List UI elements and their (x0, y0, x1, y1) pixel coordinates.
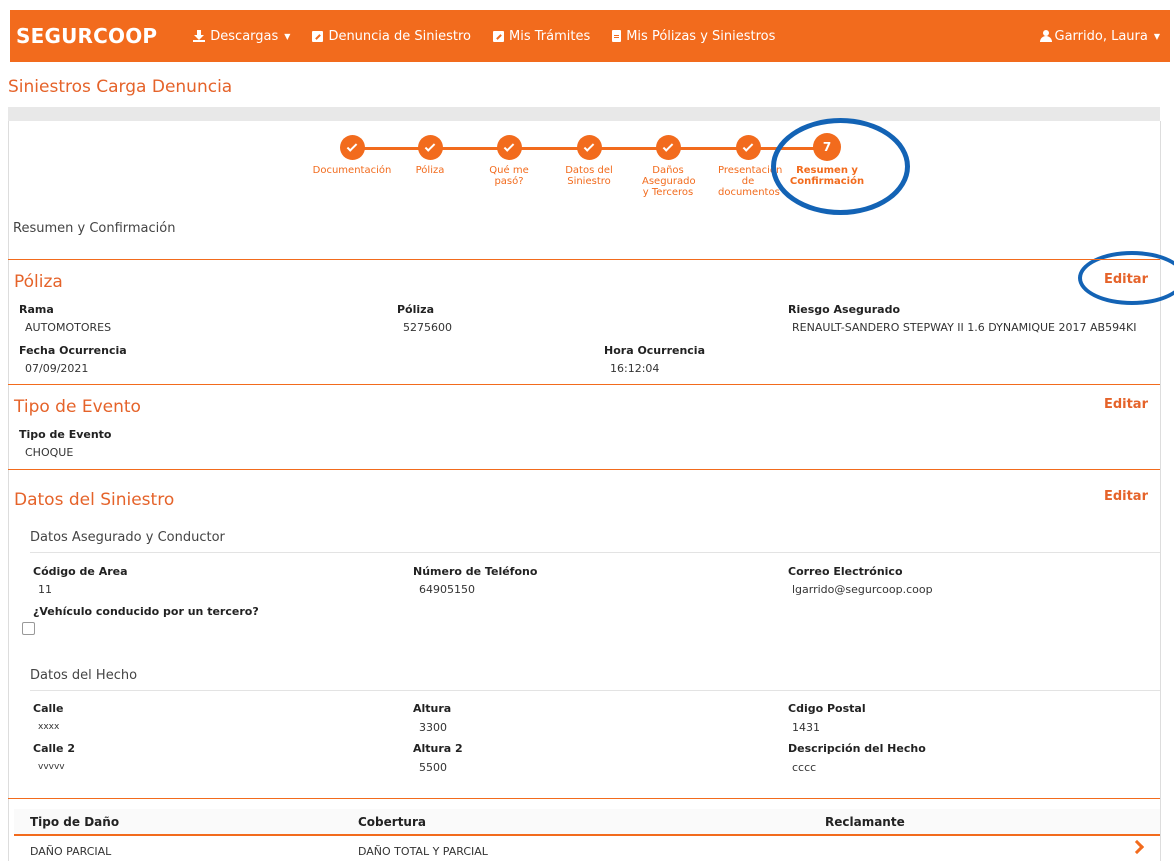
field-label: Descripción del Hecho (788, 742, 926, 755)
field-label: Código de Area (33, 565, 128, 578)
field-value: vvvvv (38, 762, 65, 772)
brand-logo[interactable]: SEGURCOOP (16, 24, 157, 48)
field-label: Rama (19, 303, 54, 316)
field-label: Cdigo Postal (788, 702, 866, 715)
nav-mis-polizas[interactable]: Mis Pólizas y Siniestros (612, 29, 775, 44)
field-label: Correo Electrónico (788, 565, 903, 578)
edit-evento-link[interactable]: Editar (1104, 397, 1148, 412)
edit-poliza-link[interactable]: Editar (1104, 272, 1148, 287)
check-icon (735, 135, 761, 160)
field-value: cccc (792, 761, 817, 774)
chevron-right-icon[interactable] (1131, 839, 1143, 853)
field-value: AUTOMOTORES (25, 321, 112, 334)
table-header-cell: Tipo de Daño (30, 815, 120, 829)
section-divider (8, 469, 1160, 470)
user-icon (1039, 30, 1052, 42)
field-label: Altura 2 (413, 742, 463, 755)
caret-down-icon: ▼ (1153, 31, 1160, 41)
field-value: 5275600 (403, 321, 452, 334)
subsection-divider (30, 552, 1160, 553)
field-label: Tipo de Evento (19, 428, 112, 441)
field-value: 5500 (419, 761, 447, 774)
danos-table-header (14, 809, 1160, 836)
table-header-cell: Reclamante (825, 815, 905, 829)
field-value: RENAULT-SANDERO STEPWAY II 1.6 DYNAMIQUE… (792, 321, 1137, 334)
field-label: Altura (413, 702, 452, 715)
step-datos-siniestro[interactable]: Datos del Siniestro (559, 133, 619, 187)
check-icon (417, 135, 443, 160)
step-danos[interactable]: Daños Asegurado y Terceros (638, 133, 698, 198)
field-label: Hora Ocurrencia (604, 344, 705, 357)
section-divider (8, 259, 1160, 260)
field-value: 07/09/2021 (25, 362, 89, 375)
download-icon (193, 30, 206, 42)
step-poliza[interactable]: Póliza (400, 133, 460, 176)
panel-border-left (8, 121, 9, 861)
field-value: lgarrido@segurcoop.coop (792, 583, 933, 596)
section-title-poliza: Póliza (14, 272, 63, 292)
field-label: Póliza (397, 303, 434, 316)
nav-descargas-label: Descargas (210, 28, 279, 44)
field-value: CHOQUE (25, 446, 74, 459)
section-divider (8, 384, 1160, 385)
field-value: 1431 (792, 721, 820, 734)
nav-denuncia-siniestro[interactable]: Denuncia de Siniestro (312, 29, 471, 44)
step-label: Qué me pasó? (489, 165, 529, 187)
step-label: Documentación (312, 165, 392, 176)
check-icon (576, 135, 602, 160)
field-label: Calle 2 (33, 742, 75, 755)
step-que-me-paso[interactable]: Qué me pasó? (479, 133, 539, 187)
table-cell: DAÑO TOTAL Y PARCIAL (358, 845, 488, 858)
section-title-evento: Tipo de Evento (14, 397, 141, 417)
step-presentacion[interactable]: Presentación de documentos (718, 133, 783, 198)
subsection-title: Datos del Hecho (30, 668, 138, 683)
step-label: Datos del Siniestro (565, 165, 613, 187)
field-label: Calle (33, 702, 64, 715)
nav-polizas-label: Mis Pólizas y Siniestros (626, 28, 776, 44)
section-title-siniestro: Datos del Siniestro (14, 490, 175, 510)
edit-icon (493, 30, 504, 42)
field-value: xxxx (38, 722, 60, 732)
field-label: ¿Vehículo conducido por un tercero? (33, 605, 259, 618)
header-divider (8, 107, 1160, 121)
field-value: 64905150 (419, 583, 475, 596)
summary-title: Resumen y Confirmación (13, 221, 176, 236)
field-label: Número de Teléfono (413, 565, 538, 578)
step-label: Presentación de documentos (718, 165, 783, 198)
step-documentacion[interactable]: Documentación (313, 133, 391, 176)
field-value: 3300 (419, 721, 447, 734)
check-icon (655, 135, 681, 160)
nav-mis-tramites[interactable]: Mis Trámites (493, 29, 590, 44)
table-header-cell: Cobertura (358, 815, 426, 829)
caret-down-icon: ▼ (284, 31, 291, 41)
nav-descargas[interactable]: Descargas ▼ (193, 29, 290, 44)
top-navbar: SEGURCOOP Descargas ▼ Denuncia de Sinies… (10, 10, 1170, 62)
section-divider (8, 798, 1160, 799)
user-menu[interactable]: Garrido, Laura ▼ (1039, 28, 1160, 44)
check-icon (496, 135, 522, 160)
subsection-title: Datos Asegurado y Conductor (30, 530, 225, 545)
step-label: Daños Asegurado y Terceros (642, 165, 696, 198)
edit-icon (312, 30, 324, 42)
subsection-divider (30, 690, 1160, 691)
table-cell: DAÑO PARCIAL (30, 845, 112, 858)
edit-siniestro-link[interactable]: Editar (1104, 489, 1148, 504)
annotation-circle (771, 118, 910, 215)
tercero-checkbox[interactable] (22, 622, 35, 635)
page-title: Siniestros Carga Denuncia (8, 77, 233, 97)
user-name: Garrido, Laura (1054, 28, 1148, 44)
panel-border-right (1160, 121, 1161, 861)
field-label: Riesgo Asegurado (788, 303, 901, 316)
field-value: 11 (38, 583, 52, 596)
nav-tramites-label: Mis Trámites (509, 28, 591, 44)
check-icon (339, 135, 365, 160)
field-label: Fecha Ocurrencia (19, 344, 127, 357)
step-label: Póliza (415, 165, 445, 176)
nav-denuncia-label: Denuncia de Siniestro (328, 28, 471, 44)
field-value: 16:12:04 (610, 362, 660, 375)
file-icon (612, 30, 622, 42)
